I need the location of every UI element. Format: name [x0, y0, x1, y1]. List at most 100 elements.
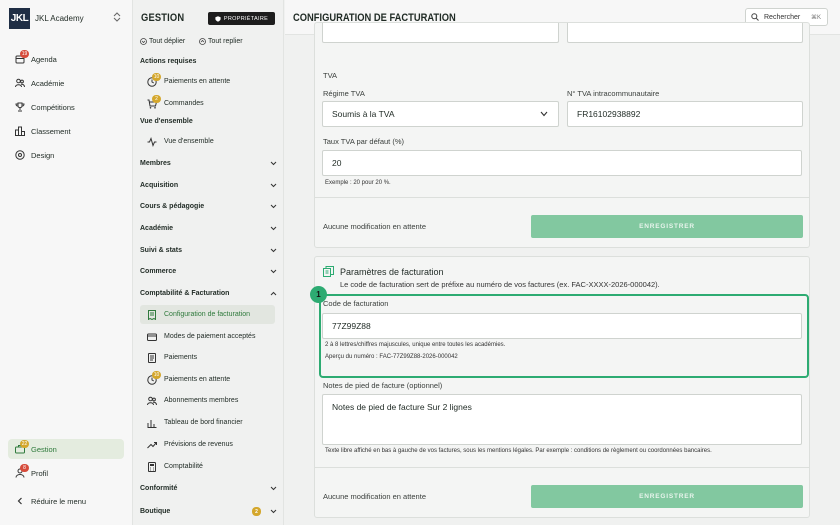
chevron-down-icon: [270, 226, 277, 231]
intra-input[interactable]: FR16102938892: [567, 101, 803, 127]
main-sidebar: JKL JKL Academy 19 Agenda Académie Compé…: [0, 0, 133, 525]
nav-design[interactable]: Design: [8, 145, 124, 165]
billing-pending-text: Aucune modification en attente: [323, 492, 426, 501]
trophy-icon: [15, 102, 25, 112]
action-paiements-en-attente[interactable]: 10 Paiements en attente: [140, 72, 275, 91]
chevron-updown-icon[interactable]: [113, 12, 121, 22]
count-badge: 10: [152, 370, 161, 379]
rate-input[interactable]: 20: [322, 150, 802, 176]
overview-heading: Vue d'ensemble: [140, 118, 193, 125]
intra-label: N° TVA intracommunautaire: [567, 89, 660, 98]
nav-profil[interactable]: 8 Profil: [8, 463, 124, 483]
sub-tableau-de-bord[interactable]: Tableau de bord financier: [140, 413, 275, 432]
nav-label: Agenda: [31, 54, 57, 64]
trending-up-icon: [147, 440, 157, 450]
collapse-all-button[interactable]: Tout replier: [199, 38, 243, 45]
regime-label: Régime TVA: [323, 89, 365, 98]
group-boutique[interactable]: Boutique 2: [140, 507, 277, 516]
logo-text: JKL: [10, 13, 29, 24]
chevron-up-icon: [270, 291, 277, 296]
academy-logo[interactable]: JKL: [9, 8, 30, 29]
rate-value: 20: [332, 158, 342, 168]
collapse-all-label: Tout replier: [208, 38, 243, 45]
expand-all-button[interactable]: Tout déplier: [140, 38, 185, 45]
notes-label: Notes de pied de facture (optionnel): [323, 381, 443, 390]
field-top-left[interactable]: [322, 23, 559, 43]
group-acquisition[interactable]: Acquisition: [140, 182, 277, 189]
nav-gestion[interactable]: 22 Gestion: [8, 439, 124, 459]
sub-comptabilite[interactable]: Comptabilité: [140, 457, 275, 476]
sub-previsions[interactable]: Prévisions de revenus: [140, 435, 275, 454]
actions-heading: Actions requises: [140, 58, 197, 65]
sub-paiements-en-attente[interactable]: 10 Paiements en attente: [140, 370, 275, 389]
group-membres[interactable]: Membres: [140, 160, 277, 167]
group-comptabilite[interactable]: Comptabilité & Facturation: [140, 290, 277, 297]
group-label: Suivi & stats: [140, 247, 183, 254]
chevron-down-icon: [540, 111, 548, 117]
chevron-down-icon: [270, 204, 277, 209]
field-top-right[interactable]: [567, 23, 803, 43]
group-commerce[interactable]: Commerce: [140, 268, 277, 275]
regime-select[interactable]: Soumis à la TVA: [322, 101, 559, 127]
clock-icon: 10: [147, 370, 161, 385]
credit-card-icon: [147, 332, 157, 342]
nav-label: Classement: [31, 126, 71, 136]
group-label: Membres: [140, 160, 171, 167]
item-label: Prévisions de revenus: [164, 441, 233, 448]
nav-agenda[interactable]: 19 Agenda: [8, 49, 124, 69]
nav-classement[interactable]: Classement: [8, 121, 124, 141]
sub-abonnements[interactable]: Abonnements membres: [140, 391, 275, 410]
action-commandes[interactable]: 2 Commandes: [140, 94, 275, 113]
tva-section-title: TVA: [323, 71, 338, 80]
nav-label: Profil: [31, 468, 49, 478]
tva-save-button[interactable]: ENREGISTRER: [531, 215, 803, 238]
brand-name[interactable]: JKL Academy: [35, 14, 84, 23]
divider: [315, 197, 809, 198]
boutique-badge: 2: [252, 507, 261, 516]
collapse-icon: [199, 38, 206, 45]
receipt-icon: [147, 309, 157, 320]
count-badge: 2: [152, 94, 161, 103]
step-marker: 1: [310, 286, 327, 303]
group-academie[interactable]: Académie: [140, 225, 277, 232]
item-label: Modes de paiement acceptés: [164, 333, 256, 340]
tva-pending-text: Aucune modification en attente: [323, 222, 426, 231]
billing-title: Paramètres de facturation: [340, 267, 444, 277]
group-label: Boutique: [140, 508, 171, 515]
sub-modes-paiement[interactable]: Modes de paiement acceptés: [140, 327, 275, 346]
users-icon: [15, 78, 25, 88]
billing-desc: Le code de facturation sert de préfixe a…: [340, 280, 660, 289]
intra-value: FR16102938892: [577, 109, 641, 119]
sub-config-facturation[interactable]: Configuration de facturation: [140, 305, 275, 324]
group-conformite[interactable]: Conformité: [140, 485, 277, 492]
gestion-badge: 22: [20, 440, 29, 448]
nav-competitions[interactable]: Compétitions: [8, 97, 124, 117]
calendar-icon: 19: [15, 50, 29, 64]
count-badge: 10: [152, 72, 161, 81]
agenda-badge: 19: [20, 50, 29, 58]
document-icon: [147, 352, 157, 363]
notes-value: Notes de pied de facture Sur 2 lignes: [332, 402, 472, 412]
expand-icon: [140, 38, 147, 45]
notes-textarea[interactable]: Notes de pied de facture Sur 2 lignes: [322, 394, 802, 445]
group-suivi[interactable]: Suivi & stats: [140, 247, 277, 254]
sub-paiements[interactable]: Paiements: [140, 348, 275, 367]
search-label: Rechercher: [764, 13, 801, 21]
overview-item[interactable]: Vue d'ensemble: [140, 132, 275, 151]
chevron-left-icon: [15, 496, 25, 506]
billing-save-button[interactable]: ENREGISTRER: [531, 485, 803, 508]
rate-hint: Exemple : 20 pour 20 %.: [325, 180, 391, 186]
chevron-down-icon: [270, 509, 277, 514]
notes-hint: Texte libre affiché en bas à gauche de v…: [325, 448, 712, 454]
nav-label: Académie: [31, 78, 65, 88]
expand-all-label: Tout déplier: [149, 38, 186, 45]
group-cours[interactable]: Cours & pédagogie: [140, 203, 277, 210]
profil-badge: 8: [20, 464, 29, 472]
collapse-menu-button[interactable]: Réduire le menu: [8, 491, 124, 511]
receipt-icon: [323, 266, 334, 277]
group-label: Académie: [140, 225, 174, 232]
nav-academie[interactable]: Académie: [8, 73, 124, 93]
collapse-label: Réduire le menu: [31, 496, 87, 506]
nav-label: Design: [31, 150, 55, 160]
owner-badge: PROPRIÉTAIRE: [208, 12, 275, 25]
